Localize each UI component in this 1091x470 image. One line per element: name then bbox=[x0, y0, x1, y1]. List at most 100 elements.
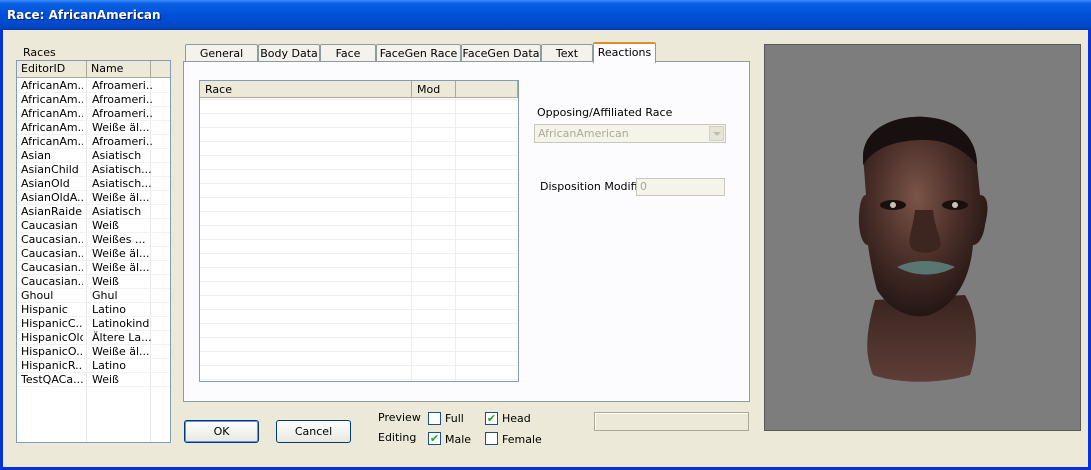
opposing-race-label: Opposing/Affiliated Race bbox=[537, 106, 673, 119]
list-item-name: Latino bbox=[92, 303, 126, 316]
column-header-name[interactable]: Name bbox=[87, 61, 151, 78]
column-header-filler bbox=[151, 61, 170, 78]
title-bar[interactable]: Race: AfricanAmerican bbox=[0, 0, 1091, 30]
list-item-name: Weiß bbox=[92, 373, 119, 386]
list-item-name: Afroameri... bbox=[92, 135, 152, 148]
list-item[interactable]: Caucasian... Weiße äl... bbox=[17, 261, 170, 275]
window-title: Race: AfricanAmerican bbox=[7, 8, 161, 22]
list-item-name: Weiß bbox=[92, 275, 119, 288]
list-item[interactable]: Caucasian... Weiße äl... bbox=[17, 247, 170, 261]
column-header-mod[interactable]: Mod bbox=[412, 81, 456, 98]
male-label: Male bbox=[445, 433, 472, 446]
list-item-editorid: AfricanAm... bbox=[21, 107, 83, 120]
list-item-name: Asiatisch... bbox=[92, 177, 152, 190]
list-item-name: Weiße äl... bbox=[92, 261, 150, 274]
list-item-editorid: HispanicC... bbox=[21, 317, 83, 330]
list-item-name: Asiatisch bbox=[92, 149, 142, 162]
list-item-name: Afroameri... bbox=[92, 107, 152, 120]
male-checkbox[interactable]: ✔ bbox=[428, 432, 441, 445]
opposing-race-select[interactable]: AfricanAmerican bbox=[534, 124, 726, 143]
column-divider bbox=[411, 98, 412, 381]
list-item-editorid: Caucasian... bbox=[21, 261, 83, 274]
list-item[interactable]: Hispanic Latino bbox=[17, 303, 170, 317]
list-item-editorid: AfricanAm... bbox=[21, 135, 83, 148]
list-item-editorid: Ghoul bbox=[21, 289, 54, 302]
checkmark-icon: ✔ bbox=[486, 412, 497, 425]
list-item-name: Weiße äl... bbox=[92, 191, 150, 204]
list-item[interactable]: AsianOldA... Weiße äl... bbox=[17, 191, 170, 205]
list-item[interactable]: HispanicOld Ältere La... bbox=[17, 331, 170, 345]
cancel-button[interactable]: Cancel bbox=[276, 420, 351, 443]
list-item-editorid: HispanicR... bbox=[21, 359, 83, 372]
list-item-editorid: AsianOldA... bbox=[21, 191, 83, 204]
tab-facegen-race[interactable]: FaceGen Race bbox=[376, 44, 461, 62]
disposition-modifier-label: Disposition Modifier bbox=[540, 180, 649, 193]
head-label: Head bbox=[502, 412, 531, 425]
list-item[interactable]: AsianChild Asiatisch... bbox=[17, 163, 170, 177]
race-window: Race: AfricanAmerican Races EditorID Nam… bbox=[0, 0, 1091, 470]
tab-reactions[interactable]: Reactions bbox=[593, 42, 656, 63]
editing-label: Editing bbox=[378, 431, 417, 444]
list-item-name: Weiße äl... bbox=[92, 247, 150, 260]
list-item[interactable]: Caucasian... Weiß bbox=[17, 275, 170, 289]
list-item-name: Latinokind bbox=[92, 317, 150, 330]
list-item[interactable]: AfricanAm... Afroameri... bbox=[17, 93, 170, 107]
chevron-down-icon[interactable] bbox=[709, 126, 724, 141]
list-item[interactable]: Caucasian... Weißes ... bbox=[17, 233, 170, 247]
list-item-editorid: Caucasian... bbox=[21, 275, 83, 288]
ok-button[interactable]: OK bbox=[184, 420, 259, 443]
list-item-editorid: Caucasian... bbox=[21, 233, 83, 246]
list-item[interactable]: Asian Asiatisch bbox=[17, 149, 170, 163]
list-item-name: Afroameri... bbox=[92, 93, 152, 106]
list-item[interactable]: HispanicO... Weiße äl... bbox=[17, 345, 170, 359]
list-item-editorid: HispanicO... bbox=[21, 345, 83, 358]
disposition-modifier-field[interactable]: 0 bbox=[636, 178, 725, 196]
list-item[interactable]: Caucasian Weiß bbox=[17, 219, 170, 233]
list-item-editorid: AfricanAm... bbox=[21, 121, 83, 134]
list-item-name: Latino bbox=[92, 359, 126, 372]
column-divider bbox=[455, 98, 456, 381]
list-item-editorid: Asian bbox=[21, 149, 52, 162]
list-item-name: Ghul bbox=[92, 289, 118, 302]
list-item-name: Asiatisch bbox=[92, 205, 142, 218]
list-item-editorid: AsianRaider bbox=[21, 205, 83, 218]
tab-text-data[interactable]: Text Data bbox=[541, 44, 593, 77]
list-item[interactable]: HispanicC... Latinokind bbox=[17, 317, 170, 331]
races-rows: AfricanAm... Afroameri... AfricanAm... Afro… bbox=[17, 79, 170, 387]
head-checkbox[interactable]: ✔ bbox=[485, 412, 498, 425]
list-item-editorid: AfricanAm... bbox=[21, 93, 83, 106]
column-header-editorid[interactable]: EditorID bbox=[17, 61, 87, 78]
list-item[interactable]: AfricanAm... Afroameri... bbox=[17, 135, 170, 149]
list-item-editorid: AsianOld bbox=[21, 177, 70, 190]
list-item[interactable]: AfricanAm... Afroameri... bbox=[17, 79, 170, 93]
list-item-name: Afroameri... bbox=[92, 79, 152, 92]
list-item[interactable]: AfricanAm... Afroameri... bbox=[17, 107, 170, 121]
list-item[interactable]: HispanicR... Latino bbox=[17, 359, 170, 373]
tab-facegen-data[interactable]: FaceGen Data bbox=[461, 44, 541, 62]
full-checkbox[interactable] bbox=[428, 412, 441, 425]
list-item-editorid: HispanicOld bbox=[21, 331, 83, 344]
list-item[interactable]: AfricanAm... Weiße äl... bbox=[17, 121, 170, 135]
progress-status-field bbox=[594, 412, 749, 431]
list-item-editorid: TestQACa... bbox=[21, 373, 83, 386]
list-item-name: Weiß bbox=[92, 219, 119, 232]
list-item-editorid: Hispanic bbox=[21, 303, 68, 316]
list-item[interactable]: AsianRaider Asiatisch bbox=[17, 205, 170, 219]
list-item[interactable]: AsianOld Asiatisch... bbox=[17, 177, 170, 191]
list-item[interactable]: TestQACa... Weiß bbox=[17, 373, 170, 387]
tab-body-data[interactable]: Body Data bbox=[258, 44, 320, 62]
face-preview-viewport[interactable] bbox=[764, 44, 1081, 431]
list-item[interactable]: Ghoul Ghul bbox=[17, 289, 170, 303]
column-header-race[interactable]: Race bbox=[200, 81, 412, 98]
head-model-image bbox=[858, 116, 988, 382]
reactions-table[interactable]: Race Mod bbox=[199, 80, 519, 382]
tab-general-data[interactable]: General Data bbox=[185, 44, 258, 77]
tab-face-data[interactable]: Face Data bbox=[320, 44, 376, 77]
list-item-name: Asiatisch... bbox=[92, 163, 152, 176]
opposing-race-value: AfricanAmerican bbox=[538, 127, 629, 140]
list-item-name: Weiße äl... bbox=[92, 345, 150, 358]
list-item-editorid: Caucasian bbox=[21, 219, 78, 232]
female-checkbox[interactable] bbox=[485, 432, 498, 445]
races-list[interactable]: EditorID Name AfricanAm... Afroameri... Af… bbox=[16, 60, 171, 443]
female-label: Female bbox=[502, 433, 542, 446]
